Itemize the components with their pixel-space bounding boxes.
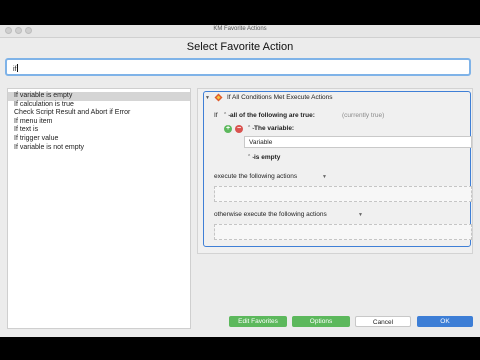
list-item[interactable]: If trigger value — [8, 135, 190, 144]
list-item[interactable]: If calculation is true — [8, 101, 190, 110]
execute-actions-drop-area[interactable] — [214, 186, 472, 202]
execute-actions-label: execute the following actions — [214, 173, 298, 180]
km-favorite-actions-window: KM Favorite Actions Select Favorite Acti… — [0, 25, 480, 337]
dropdown-icon[interactable]: ▼ — [322, 174, 327, 180]
variable-name-field[interactable]: Variable — [244, 136, 472, 148]
ok-button[interactable]: OK — [417, 316, 473, 327]
action-title: If All Conditions Met Execute Actions — [227, 94, 333, 101]
list-item-selected[interactable]: If variable is empty — [8, 92, 190, 101]
search-input[interactable]: if — [5, 58, 471, 76]
edit-favorites-button[interactable]: Edit Favorites — [229, 316, 287, 327]
title-bar: KM Favorite Actions — [0, 25, 480, 38]
window-title: KM Favorite Actions — [213, 26, 267, 32]
text-cursor — [16, 64, 18, 72]
otherwise-actions-drop-area[interactable] — [214, 224, 472, 240]
list-item[interactable]: If text is — [8, 126, 190, 135]
action-editor[interactable]: ▼ If All Conditions Met Execute Actions … — [203, 91, 472, 247]
list-item[interactable]: If menu item — [8, 118, 190, 127]
comparison-popup[interactable]: is empty — [254, 154, 280, 161]
currently-status: (currently true) — [342, 112, 385, 119]
km-action-icon — [214, 93, 223, 102]
favorite-actions-list[interactable]: If variable is empty If calculation is t… — [7, 88, 191, 329]
list-item[interactable]: Check Script Result and Abort if Error — [8, 109, 190, 118]
dialog-heading: Select Favorite Action — [186, 41, 294, 53]
options-button[interactable]: Options — [292, 316, 350, 327]
otherwise-actions-label: otherwise execute the following actions — [214, 211, 327, 218]
remove-condition-icon[interactable]: − — [235, 125, 243, 133]
list-item[interactable]: If variable is not empty — [8, 144, 190, 153]
cancel-button[interactable]: Cancel — [355, 316, 411, 327]
dropdown-icon[interactable]: ▼ — [358, 212, 363, 218]
condition-type-popup[interactable]: The variable: — [254, 125, 294, 132]
variable-name-value: Variable — [249, 139, 273, 146]
if-label: If — [214, 112, 218, 119]
add-condition-icon[interactable]: + — [224, 125, 232, 133]
disclosure-triangle-icon[interactable]: ▼ — [205, 95, 210, 101]
condition-mode-popup[interactable]: all of the following are true: — [230, 112, 315, 119]
